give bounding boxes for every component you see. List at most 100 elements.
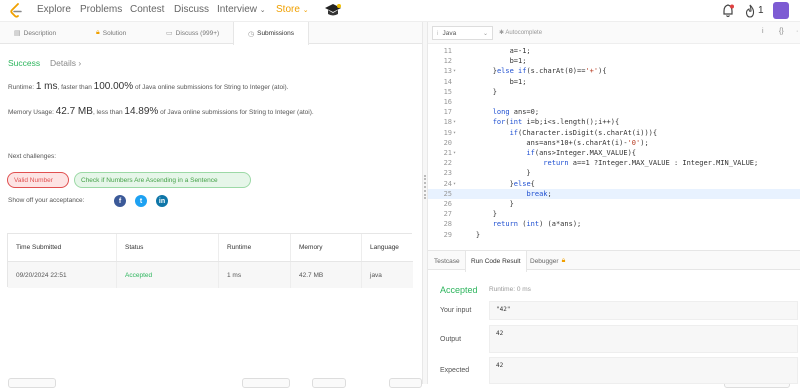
fold-arrow-icon[interactable]: ▾: [453, 128, 456, 138]
challenge-ascending-numbers[interactable]: Check if Numbers Are Ascending in a Sent…: [74, 172, 251, 188]
code-line[interactable]: 18 ▾ for(int i=b;i<s.length();i++){: [428, 117, 800, 127]
output-value: 42: [489, 325, 798, 353]
code-line[interactable]: 19 ▾ if(Character.isDigit(s.charAt(i))){: [428, 128, 800, 138]
code-text: for(int i=b;i<s.length();i++){: [492, 118, 620, 127]
tab-description-label: Description: [23, 29, 57, 37]
facebook-icon[interactable]: f: [114, 195, 126, 207]
code-line[interactable]: 15 }: [428, 87, 800, 97]
tab-debugger-label: Debugger: [530, 257, 559, 265]
tab-debugger[interactable]: Debugger 🔒︎: [530, 251, 565, 271]
table-header: Time Submitted Status Runtime Memory Lan…: [8, 234, 413, 262]
bell-icon[interactable]: [722, 4, 734, 18]
runtime-value: 1 ms: [35, 81, 58, 92]
code-line[interactable]: 17 long ans=0;: [428, 107, 800, 117]
code-line[interactable]: 12 b=1;: [428, 56, 800, 66]
fold-arrow-icon[interactable]: ▾: [453, 117, 456, 127]
fold-arrow-icon[interactable]: ▾: [453, 148, 456, 158]
code-text: }: [459, 169, 531, 178]
code-line[interactable]: 23 }: [428, 168, 800, 178]
cell-status[interactable]: Accepted: [117, 262, 219, 288]
tab-discuss[interactable]: ▭ Discuss (999+): [166, 22, 219, 44]
nav-interview-label: Interview: [217, 4, 258, 15]
table-row[interactable]: 09/20/2024 22:51 Accepted 1 ms 42.7 MB j…: [8, 262, 413, 288]
next-button[interactable]: [312, 378, 346, 388]
pick-button[interactable]: [389, 378, 422, 388]
discuss-icon: ▭: [166, 30, 173, 37]
clock-icon: ◷: [248, 30, 255, 38]
runtime-mid: , faster than: [57, 84, 92, 91]
graduation-cap-icon[interactable]: [324, 2, 342, 19]
code-line[interactable]: 22 return a==1 ?Integer.MAX_VALUE : Inte…: [428, 158, 800, 168]
code-text: break;: [526, 189, 552, 198]
chevron-right-icon: ›: [78, 58, 82, 68]
code-text: if(ans>Integer.MAX_VALUE){: [526, 149, 637, 157]
tab-description[interactable]: ▤ Description: [14, 22, 56, 44]
details-label: Details: [50, 58, 76, 68]
code-line[interactable]: 29 }: [428, 230, 800, 240]
tab-solution[interactable]: 🔒︎ Solution: [96, 22, 126, 44]
nav-interview[interactable]: Interview ⌄: [217, 4, 266, 15]
details-link[interactable]: Details ›: [50, 58, 81, 68]
code-line[interactable]: 28 return (int) (a*ans);: [428, 219, 800, 229]
code-text: }else if(s.charAt(0)=='+'){: [459, 67, 607, 76]
more-icon[interactable]: ·: [796, 28, 798, 35]
nav-contest[interactable]: Contest: [130, 4, 164, 15]
code-text: }else{: [459, 179, 535, 188]
autocomplete-toggle[interactable]: ✱ Autocomplete: [499, 29, 542, 36]
info-icon[interactable]: i: [762, 28, 764, 35]
nav-problems[interactable]: Problems: [80, 4, 122, 15]
code-text: b=1;: [459, 77, 527, 86]
tab-submissions[interactable]: ◷ Submissions: [233, 22, 309, 45]
code-line[interactable]: 20 ans=ans*10+(s.charAt(i)-'0');: [428, 138, 800, 148]
language-select[interactable]: i Java ⌄: [432, 26, 493, 40]
avatar[interactable]: [773, 2, 789, 19]
line-number: 22: [443, 159, 452, 168]
right-panel: i Java ⌄ ✱ Autocomplete i {} · 11 a=-1; 1…: [428, 22, 800, 384]
memory-percent: 14.89%: [124, 106, 159, 117]
expected-value: 42: [489, 357, 798, 384]
code-line[interactable]: 26 }: [428, 199, 800, 209]
code-line[interactable]: 13 ▾ }else if(s.charAt(0)=='+'){: [428, 66, 800, 76]
code-line[interactable]: 14 b=1;: [428, 77, 800, 87]
linkedin-icon[interactable]: in: [156, 195, 168, 207]
runtime-stat: Runtime: 1 ms, faster than 100.00% of Ja…: [8, 81, 288, 92]
cell-language: java: [370, 271, 382, 279]
code-editor[interactable]: 11 a=-1; 12 b=1; 13 ▾ }else if(s.charAt(0)=…: [428, 44, 800, 250]
code-line[interactable]: 25 break;: [428, 188, 800, 199]
twitter-icon[interactable]: t: [135, 195, 147, 207]
leetcode-logo[interactable]: [9, 3, 23, 19]
fold-arrow-icon[interactable]: ▾: [453, 179, 456, 189]
code-line[interactable]: 24 ▾ }else{: [428, 179, 800, 189]
problems-button[interactable]: [8, 378, 56, 388]
code-line[interactable]: 27 }: [428, 209, 800, 219]
line-number: 27: [443, 210, 452, 219]
tab-discuss-label: Discuss (999+): [175, 29, 220, 37]
code-text: }: [459, 230, 481, 239]
star-icon: ✱: [499, 30, 505, 36]
submission-status: Success: [8, 58, 41, 68]
line-number: 14: [443, 77, 452, 86]
header-status: Status: [117, 234, 219, 261]
code-line[interactable]: 16: [428, 97, 800, 107]
nav-store[interactable]: Store ⌄: [276, 4, 309, 15]
header-memory: Memory: [291, 234, 362, 261]
tab-run-code-result[interactable]: Run Code Result: [465, 251, 527, 272]
code-line[interactable]: 11 a=-1;: [428, 46, 800, 56]
line-number: 13: [443, 67, 452, 76]
braces-icon[interactable]: {}: [779, 28, 784, 35]
prev-button[interactable]: [242, 378, 290, 388]
challenge-valid-number[interactable]: Valid Number: [7, 172, 69, 188]
output-label: Output: [440, 336, 462, 343]
fire-icon[interactable]: [745, 4, 755, 18]
next-challenges-label: Next challenges:: [8, 153, 57, 160]
nav-discuss[interactable]: Discuss: [174, 4, 209, 15]
chevron-down-icon: ⌄: [482, 30, 488, 37]
nav-explore[interactable]: Explore: [37, 4, 71, 15]
line-number: 16: [443, 98, 452, 106]
drag-handle[interactable]: [424, 175, 426, 199]
code-text: ans=ans*10+(s.charAt(i)-'0');: [459, 138, 649, 147]
tab-testcase[interactable]: Testcase: [434, 251, 460, 271]
code-line[interactable]: 21 ▾ if(ans>Integer.MAX_VALUE){: [428, 148, 800, 158]
line-number: 29: [443, 230, 452, 239]
fold-arrow-icon[interactable]: ▾: [453, 66, 456, 76]
